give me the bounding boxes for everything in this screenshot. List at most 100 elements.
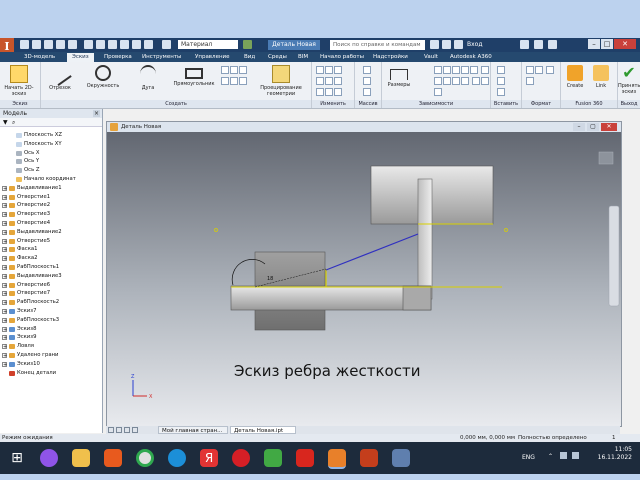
open-icon[interactable]: [32, 40, 41, 49]
tree-item[interactable]: + Фаска1: [0, 245, 102, 254]
expand-icon[interactable]: +: [2, 203, 7, 209]
ellipse-icon[interactable]: [230, 77, 238, 85]
fusion-create-button[interactable]: Create: [563, 65, 587, 89]
expand-icon[interactable]: +: [2, 238, 7, 244]
expand-icon[interactable]: +: [2, 317, 7, 323]
concentric-icon[interactable]: [452, 66, 460, 74]
expand-icon[interactable]: +: [2, 247, 7, 253]
arc-button[interactable]: Дуга: [133, 65, 163, 91]
minimize-button[interactable]: –: [588, 39, 600, 49]
fillet-icon[interactable]: [221, 66, 229, 74]
tree-item[interactable]: + Эскиз7: [0, 307, 102, 316]
tab-3d-model[interactable]: 3D-модель: [24, 53, 55, 62]
chrome-icon[interactable]: [136, 449, 154, 467]
media-player-icon[interactable]: [104, 449, 122, 467]
home-view-icon[interactable]: [598, 151, 614, 165]
tree-item[interactable]: Ось Z: [0, 166, 102, 175]
start-icon[interactable]: ⊞: [8, 449, 26, 467]
tree-item[interactable]: Начало координат: [0, 175, 102, 184]
tree-item[interactable]: + Фаска2: [0, 254, 102, 263]
tab-environments[interactable]: Среды: [268, 53, 287, 62]
tree-item[interactable]: + РабПлоскость3: [0, 316, 102, 325]
undo-icon[interactable]: [56, 40, 65, 49]
help-icon[interactable]: [548, 40, 557, 49]
new-icon[interactable]: [20, 40, 29, 49]
user-icon[interactable]: [454, 40, 463, 49]
trim-icon[interactable]: [325, 66, 333, 74]
appearance-swatch-icon[interactable]: [243, 40, 252, 49]
collinear-icon[interactable]: [443, 66, 451, 74]
vertical-icon[interactable]: [443, 77, 451, 85]
window-icon[interactable]: [392, 449, 410, 467]
expand-icon[interactable]: +: [2, 352, 7, 358]
expand-icon[interactable]: +: [2, 212, 7, 218]
community-icon[interactable]: [442, 40, 451, 49]
material-icon[interactable]: [162, 40, 171, 49]
expand-icon[interactable]: +: [2, 229, 7, 235]
home-icon[interactable]: [84, 40, 93, 49]
circ-pattern-icon[interactable]: [363, 77, 371, 85]
appearance-icon[interactable]: [144, 40, 153, 49]
rotate-icon[interactable]: [316, 88, 324, 96]
clock[interactable]: 11:05 16.11.2022: [598, 446, 632, 462]
close-button[interactable]: ✕: [614, 39, 636, 49]
expand-icon[interactable]: +: [2, 361, 7, 367]
expand-icon[interactable]: +: [2, 344, 7, 350]
centerline-icon[interactable]: [535, 66, 543, 74]
expand-icon[interactable]: +: [2, 273, 7, 279]
cascade-icon[interactable]: [116, 427, 122, 433]
expand-icon[interactable]: +: [2, 308, 7, 314]
save-icon[interactable]: [44, 40, 53, 49]
maximize-button[interactable]: □: [601, 39, 613, 49]
help-search-input[interactable]: Поиск по справке и командам: [330, 40, 425, 50]
expand-icon[interactable]: +: [2, 264, 7, 270]
tab-tools[interactable]: Инструменты: [142, 53, 181, 62]
tree-item[interactable]: Ось X: [0, 149, 102, 158]
expand-icon[interactable]: +: [2, 300, 7, 306]
tab-inspect[interactable]: Проверка: [104, 53, 132, 62]
inventor-taskbar-icon[interactable]: [328, 449, 346, 469]
tab-a360[interactable]: Autodesk A360: [450, 53, 492, 62]
sign-in-label[interactable]: Вход: [467, 40, 483, 50]
start-2d-sketch-button[interactable]: Начать 2D-эскиз: [4, 65, 34, 97]
a360-icon[interactable]: [534, 40, 543, 49]
driven-dim-icon[interactable]: [526, 77, 534, 85]
tab-sketch[interactable]: Эскиз: [67, 53, 94, 62]
tree-item[interactable]: Ось Y: [0, 157, 102, 166]
material-dropdown[interactable]: Материал: [178, 40, 238, 49]
project-geometry-button[interactable]: Проецирование геометрии: [253, 65, 309, 97]
pdf-icon[interactable]: [296, 449, 314, 467]
horizontal-icon[interactable]: [434, 77, 442, 85]
points-icon[interactable]: [497, 77, 505, 85]
tree-item[interactable]: + Ловля: [0, 342, 102, 351]
symmetric-icon[interactable]: [471, 77, 480, 85]
expand-icon[interactable]: +: [2, 185, 7, 191]
color-icon[interactable]: [132, 40, 141, 49]
tab-getting-started[interactable]: Начало работы: [320, 53, 364, 62]
show-constraints-icon[interactable]: [434, 88, 442, 96]
offset-icon[interactable]: [334, 88, 342, 96]
tree-item[interactable]: + Отверстие6: [0, 281, 102, 290]
tab-bim[interactable]: BIM: [298, 53, 308, 62]
dimension-value[interactable]: 18: [267, 276, 273, 282]
tree-item[interactable]: + Удалено грани: [0, 351, 102, 360]
expand-icon[interactable]: +: [2, 326, 7, 332]
dimension-button[interactable]: Размеры: [384, 65, 414, 88]
edge-icon[interactable]: [168, 449, 186, 467]
doc-restore-button[interactable]: ▢: [587, 123, 599, 131]
opera-icon[interactable]: [232, 449, 250, 467]
select-icon[interactable]: [96, 40, 105, 49]
tree-item[interactable]: + Выдавливание3: [0, 272, 102, 281]
equal-icon[interactable]: [480, 77, 489, 85]
expand-icon[interactable]: +: [2, 291, 7, 297]
tab-vault[interactable]: Vault: [424, 53, 438, 62]
fix-icon[interactable]: [461, 66, 469, 74]
tree-item[interactable]: Плоскость XY: [0, 140, 102, 149]
spline-icon[interactable]: [230, 66, 238, 74]
tree-item[interactable]: + Эскиз8: [0, 325, 102, 334]
tab-addins[interactable]: Надстройки: [373, 53, 408, 62]
doc-close-button[interactable]: ✕: [601, 123, 617, 131]
tree-item[interactable]: + РабПлоскость2: [0, 298, 102, 307]
tree-item[interactable]: + Эскиз9: [0, 333, 102, 342]
tree-item[interactable]: + Отверстие4: [0, 219, 102, 228]
